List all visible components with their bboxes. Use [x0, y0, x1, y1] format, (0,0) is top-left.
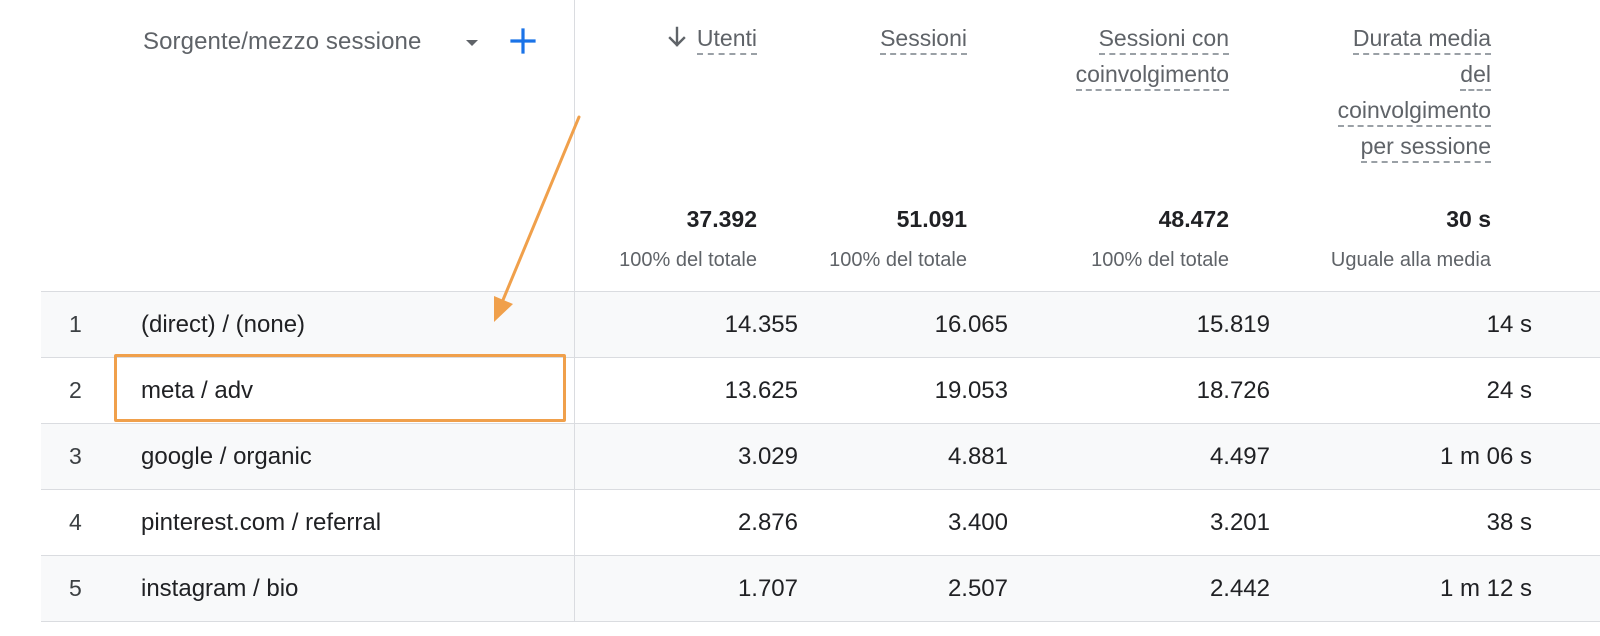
table-row[interactable]: 3 google / organic 3.029 4.881 4.497 1 m… — [41, 423, 1600, 489]
row-dimension[interactable]: (direct) / (none) — [141, 292, 305, 357]
row-cell-utenti: 13.625 — [724, 377, 798, 404]
row-cell-sessioni: 16.065 — [934, 311, 1008, 338]
column-header-label: coinvolgimento — [1075, 59, 1229, 91]
total-sub-sessioni-con-coinvolgimento: 100% del totale — [1091, 249, 1229, 271]
row-cell-coinvolgimento: 15.819 — [1196, 311, 1270, 338]
total-sessioni-con-coinvolgimento: 48.472 — [1158, 206, 1229, 232]
row-divider — [574, 424, 575, 489]
column-header-label: coinvolgimento — [1337, 95, 1491, 127]
row-cell-utenti: 1.707 — [737, 575, 798, 602]
row-cell-durata: 14 s — [1486, 311, 1532, 338]
plus-icon[interactable] — [508, 26, 538, 56]
row-cell-coinvolgimento: 4.497 — [1209, 443, 1270, 470]
row-cell-utenti: 3.029 — [737, 443, 798, 470]
total-sessioni: 51.091 — [896, 206, 967, 232]
column-header-durata-media[interactable]: Durata media del coinvolgimento per sess… — [1337, 20, 1491, 164]
row-cell-sessioni: 4.881 — [947, 443, 1008, 470]
row-divider — [574, 490, 575, 555]
column-header-label: Sessioni con — [1098, 23, 1229, 55]
row-index: 5 — [69, 575, 82, 601]
column-header-label: del — [1460, 59, 1491, 91]
row-dimension[interactable]: instagram / bio — [141, 556, 298, 621]
column-header-label: per sessione — [1360, 131, 1491, 163]
column-header-label: Sessioni — [880, 23, 967, 55]
row-cell-utenti: 14.355 — [724, 311, 798, 338]
column-header-sessioni-con-coinvolgimento[interactable]: Sessioni con coinvolgimento — [1075, 20, 1229, 92]
row-divider — [574, 292, 575, 357]
row-cell-sessioni: 2.507 — [947, 575, 1008, 602]
row-cell-utenti: 2.876 — [737, 509, 798, 536]
row-cell-durata: 38 s — [1486, 509, 1532, 536]
column-header-label: Utenti — [696, 23, 757, 55]
row-cell-sessioni: 19.053 — [934, 377, 1008, 404]
row-cell-coinvolgimento: 2.442 — [1209, 575, 1270, 602]
row-dimension[interactable]: google / organic — [141, 424, 312, 489]
column-header-utenti[interactable]: Utenti — [667, 20, 757, 56]
total-sub-utenti: 100% del totale — [619, 249, 757, 271]
row-cell-coinvolgimento: 3.201 — [1209, 509, 1270, 536]
row-index: 3 — [69, 443, 82, 469]
row-index: 4 — [69, 509, 82, 535]
row-index: 2 — [69, 377, 82, 403]
column-header-label: Durata media — [1352, 23, 1491, 55]
row-cell-durata: 24 s — [1486, 377, 1532, 404]
row-cell-durata: 1 m 12 s — [1439, 575, 1532, 602]
total-sub-durata-media: Uguale alla media — [1330, 249, 1491, 271]
table-row[interactable]: 5 instagram / bio 1.707 2.507 2.442 1 m … — [41, 555, 1600, 622]
total-sub-sessioni: 100% del totale — [829, 249, 967, 271]
highlight-box — [114, 354, 566, 422]
row-cell-durata: 1 m 06 s — [1439, 443, 1532, 470]
arrow-down-icon — [668, 26, 686, 47]
row-divider — [574, 556, 575, 621]
row-index: 1 — [69, 311, 82, 337]
dimension-header: Sorgente/mezzo sessione — [143, 22, 536, 62]
table-row[interactable]: 4 pinterest.com / referral 2.876 3.400 3… — [41, 489, 1600, 555]
row-dimension[interactable]: pinterest.com / referral — [141, 490, 381, 555]
data-table: 1 (direct) / (none) 14.355 16.065 15.819… — [41, 291, 1600, 622]
total-utenti: 37.392 — [686, 206, 757, 232]
dimension-label[interactable]: Sorgente/mezzo sessione — [143, 28, 421, 56]
row-cell-sessioni: 3.400 — [947, 509, 1008, 536]
row-divider — [574, 358, 575, 423]
caret-down-icon[interactable] — [461, 36, 483, 50]
total-durata-media: 30 s — [1446, 206, 1491, 232]
column-header-sessioni[interactable]: Sessioni — [880, 20, 967, 56]
table-row[interactable]: 1 (direct) / (none) 14.355 16.065 15.819… — [41, 291, 1600, 357]
row-cell-coinvolgimento: 18.726 — [1196, 377, 1270, 404]
